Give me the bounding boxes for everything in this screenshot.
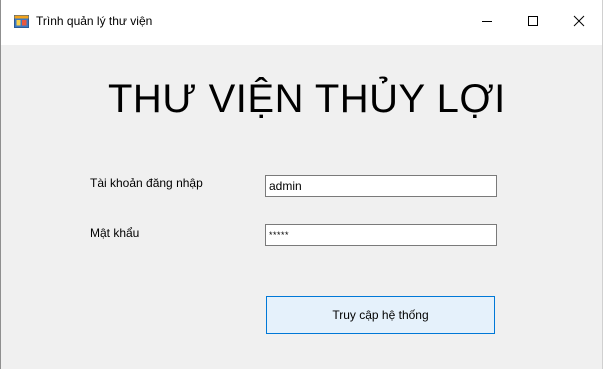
maximize-button[interactable] [510, 0, 556, 45]
password-label: Mật khẩu [90, 226, 140, 240]
page-title: THƯ VIỆN THỦY LỢI [108, 77, 506, 121]
title-bar[interactable]: Trình quản lý thư viện [1, 0, 602, 45]
window-title: Trình quản lý thư viện [36, 14, 153, 28]
username-label: Tài khoản đăng nhập [90, 176, 203, 190]
minimize-icon [481, 14, 493, 32]
minimize-button[interactable] [464, 0, 510, 45]
login-form: THƯ VIỆN THỦY LỢI Tài khoản đăng nhập Mậ… [1, 45, 602, 369]
app-window-icon [14, 15, 29, 28]
close-icon [573, 14, 585, 32]
close-button[interactable] [556, 0, 602, 45]
username-input[interactable] [265, 175, 497, 197]
maximize-icon [527, 14, 539, 32]
app-window: Trình quản lý thư viện THƯ VIỆN THỦY LỢI… [0, 0, 603, 369]
password-input[interactable] [265, 224, 497, 246]
access-system-button[interactable]: Truy cập hệ thống [266, 296, 495, 334]
